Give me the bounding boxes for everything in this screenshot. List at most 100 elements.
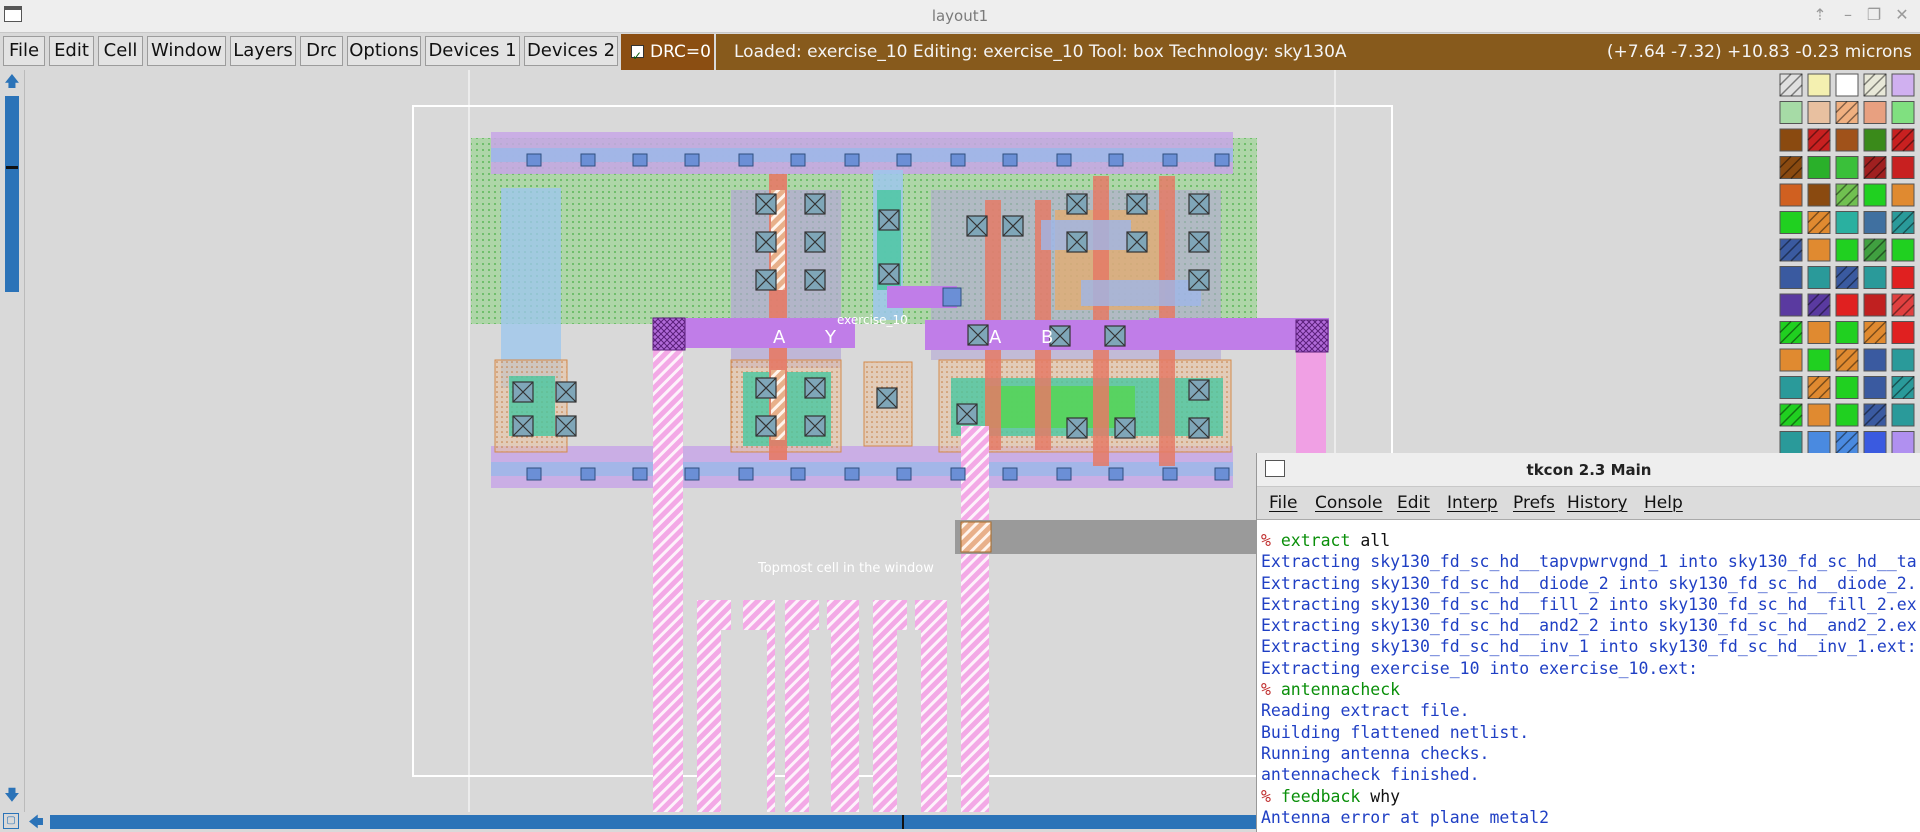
layer-swatch[interactable] <box>1835 73 1859 97</box>
layer-swatch[interactable] <box>1779 348 1803 372</box>
layer-swatch[interactable] <box>1779 128 1803 152</box>
menu-devices-1[interactable]: Devices 1 <box>425 36 520 66</box>
status-bar: Loaded: exercise_10 Editing: exercise_10… <box>716 34 1920 70</box>
menu-devices-2[interactable]: Devices 2 <box>524 36 618 66</box>
layer-swatch[interactable] <box>1835 211 1859 234</box>
layer-swatch[interactable] <box>1779 183 1803 207</box>
console-command-line: % extract all <box>1261 530 1920 551</box>
console-output-line: Extracting sky130_fd_sc_hd__inv_1 into s… <box>1261 637 1917 657</box>
menu-window[interactable]: Window <box>147 36 226 66</box>
layer-swatch[interactable] <box>1807 403 1831 427</box>
drc-checkbox[interactable] <box>631 38 644 74</box>
console-output-line: Extracting sky130_fd_sc_hd__fill_2 into … <box>1261 594 1917 614</box>
layer-swatch[interactable] <box>1835 238 1859 262</box>
tkcon-console-output[interactable]: % extract all Extracting sky130_fd_sc_hd_… <box>1261 530 1920 832</box>
layer-swatch[interactable] <box>1891 348 1915 372</box>
tkcon-menu-prefs[interactable]: Prefs <box>1513 493 1555 513</box>
scroll-down-icon[interactable]: 🡇 <box>3 786 21 804</box>
layer-swatch[interactable] <box>1779 293 1803 317</box>
layer-swatch[interactable] <box>1835 156 1859 179</box>
tkcon-menu-interp[interactable]: Interp <box>1447 493 1498 513</box>
layer-swatch[interactable] <box>1891 321 1915 344</box>
console-output-line: Extracting sky130_fd_sc_hd__tapvpwrvgnd_… <box>1261 552 1917 572</box>
pin-label-a2: A <box>989 327 1002 348</box>
drc-toggle[interactable]: DRC=0 <box>621 34 714 74</box>
layer-swatch[interactable] <box>1891 101 1915 124</box>
layer-swatch[interactable] <box>1863 211 1887 234</box>
layer-swatch[interactable] <box>1807 431 1831 454</box>
menu-edit[interactable]: Edit <box>49 36 94 66</box>
vertical-scrollbar[interactable]: 🡅 🡇 <box>0 70 25 814</box>
layer-swatch[interactable] <box>1891 431 1915 454</box>
layer-swatch[interactable] <box>1863 348 1887 372</box>
layer-swatch[interactable] <box>1891 266 1915 289</box>
layer-swatch[interactable] <box>1807 101 1831 124</box>
tkcon-menu-help[interactable]: Help <box>1644 493 1683 513</box>
scroll-up-icon[interactable]: 🡅 <box>3 72 21 90</box>
cursor-coordinates: (+7.64 -7.32) +10.83 -0.23 microns <box>1606 42 1912 62</box>
layer-swatch[interactable] <box>1863 183 1887 207</box>
layer-swatch[interactable] <box>1779 101 1803 124</box>
layer-swatch[interactable] <box>1891 403 1915 427</box>
layer-swatch[interactable] <box>1891 73 1915 97</box>
menu-layers[interactable]: Layers <box>230 36 296 66</box>
layer-swatch[interactable] <box>1835 293 1859 317</box>
tkcon-menu-history[interactable]: History <box>1567 493 1627 513</box>
console-output-line: Antenna error at plane metal2 <box>1261 807 1550 827</box>
layer-swatch[interactable] <box>1863 128 1887 152</box>
layer-swatch[interactable] <box>1863 266 1887 289</box>
layer-swatch[interactable] <box>1863 293 1887 317</box>
layer-swatch[interactable] <box>1863 431 1887 454</box>
layer-swatch[interactable] <box>1807 266 1831 289</box>
layer-swatch[interactable] <box>1807 348 1831 372</box>
menu-cell[interactable]: Cell <box>98 36 143 66</box>
restore-icon[interactable]: ❐ <box>1864 5 1884 24</box>
scroll-position-marker <box>902 815 904 829</box>
metal2-grey-wire <box>955 520 1280 554</box>
layer-swatch[interactable] <box>1807 183 1831 207</box>
menu-bar: File Edit Cell Window Layers Drc Options… <box>0 34 1920 74</box>
console-command: antennacheck <box>1280 680 1401 700</box>
layer-swatch[interactable] <box>1835 376 1859 399</box>
layer-swatch[interactable] <box>1835 403 1859 427</box>
layer-palette[interactable] <box>1778 70 1920 460</box>
tkcon-menu-edit[interactable]: Edit <box>1397 493 1430 513</box>
console-output-line: Extracting sky130_fd_sc_hd__and2_2 into … <box>1261 616 1917 636</box>
layer-swatch[interactable] <box>1779 211 1803 234</box>
layer-swatch[interactable] <box>1807 73 1831 97</box>
layer-swatch[interactable] <box>1891 156 1915 179</box>
layer-swatch[interactable] <box>1807 156 1831 179</box>
layer-swatch[interactable] <box>1835 128 1859 152</box>
console-prompt: % <box>1261 786 1281 806</box>
layer-swatch[interactable] <box>1891 238 1915 262</box>
tkcon-title: tkcon 2.3 Main <box>1526 461 1652 479</box>
layer-swatch[interactable] <box>1891 183 1915 207</box>
tkcon-menu-bar: File Console Edit Interp Prefs History H… <box>1257 487 1920 520</box>
close-icon[interactable]: ✕ <box>1892 5 1912 24</box>
vertical-scroll-thumb[interactable] <box>5 96 19 292</box>
layer-swatch[interactable] <box>1779 266 1803 289</box>
layer-swatch[interactable] <box>1863 101 1887 124</box>
menu-options[interactable]: Options <box>347 36 421 66</box>
pin-label-y: Y <box>824 327 837 348</box>
minimize-icon[interactable]: – <box>1838 5 1858 24</box>
layer-swatch[interactable] <box>1779 376 1803 399</box>
scroll-left-icon[interactable]: 🡄 <box>27 813 45 831</box>
zoom-box-icon[interactable]: ▢ <box>3 813 19 829</box>
layer-swatch[interactable] <box>1835 321 1859 344</box>
menu-file[interactable]: File <box>3 36 45 66</box>
console-output-line: Running antenna checks. <box>1261 743 1490 763</box>
maximize-arrow-icon[interactable]: ⇡ <box>1810 5 1830 24</box>
layer-swatch[interactable] <box>1863 376 1887 399</box>
console-output-line: Extracting sky130_fd_sc_hd__diode_2 into… <box>1261 573 1917 593</box>
layer-swatch[interactable] <box>1807 321 1831 344</box>
tkcon-menu-console[interactable]: Console <box>1315 493 1383 513</box>
menu-drc[interactable]: Drc <box>300 36 343 66</box>
console-output-line: Extracting exercise_10 into exercise_10.… <box>1261 658 1699 678</box>
status-text: Loaded: exercise_10 Editing: exercise_10… <box>734 42 1347 62</box>
console-command-arg: all <box>1350 531 1391 550</box>
layer-swatch[interactable] <box>1779 431 1803 454</box>
tkcon-menu-file[interactable]: File <box>1269 493 1297 513</box>
layer-swatch[interactable] <box>1807 238 1831 262</box>
console-command: extract <box>1280 531 1351 550</box>
